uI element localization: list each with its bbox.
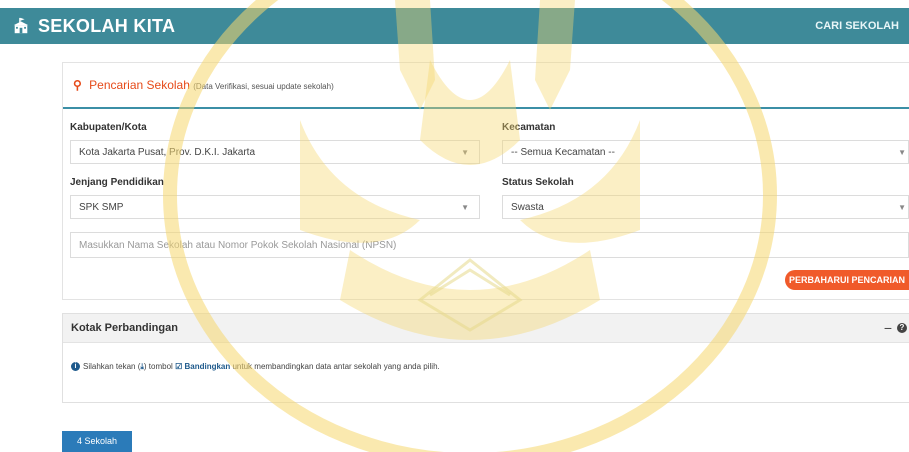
caret-down-icon: ▼ xyxy=(461,203,469,212)
school-building-icon xyxy=(13,17,29,34)
caret-down-icon: ▼ xyxy=(898,148,906,157)
comparison-header: Kotak Perbandingan − ? xyxy=(63,314,909,343)
comparison-box: Kotak Perbandingan − ? i Silahkan tekan (… xyxy=(62,313,909,403)
search-icon: ⚲ xyxy=(73,78,82,92)
info-prefix: Silahkan tekan ( xyxy=(83,362,141,371)
kecamatan-value: -- Semua Kecamatan -- xyxy=(511,147,615,158)
panel-divider xyxy=(63,107,909,109)
search-title-text: Pencarian Sekolah xyxy=(89,78,190,92)
search-panel-title: ⚲ Pencarian Sekolah (Data Verifikasi, se… xyxy=(73,73,334,97)
search-panel: ⚲ Pencarian Sekolah (Data Verifikasi, se… xyxy=(62,62,909,300)
jenjang-value: SPK SMP xyxy=(79,202,124,213)
question-circle-icon[interactable]: ? xyxy=(897,323,907,333)
kabupaten-value: Kota Jakarta Pusat, Prov. D.K.I. Jakarta xyxy=(79,147,256,158)
kecamatan-select[interactable]: -- Semua Kecamatan -- ▼ xyxy=(502,140,909,164)
comparison-info: i Silahkan tekan (⤓) tombol ☑ Bandingkan … xyxy=(71,362,440,372)
info-mid: ) tombol xyxy=(143,362,173,371)
comparison-title: Kotak Perbandingan xyxy=(71,322,178,334)
brand-title: SEKOLAH KITA xyxy=(38,15,176,36)
info-suffix: untuk membandingkan data antar sekolah y… xyxy=(232,362,440,371)
jenjang-select[interactable]: SPK SMP ▼ xyxy=(70,195,480,219)
status-select[interactable]: Swasta ▼ xyxy=(502,195,909,219)
caret-down-icon: ▼ xyxy=(898,203,906,212)
refresh-search-button[interactable]: PERBAHARUI PENCARIAN xyxy=(785,270,909,290)
top-navbar: SEKOLAH KITA CARI SEKOLAH xyxy=(0,8,909,44)
status-value: Swasta xyxy=(511,202,544,213)
kabupaten-label: Kabupaten/Kota xyxy=(70,122,147,133)
caret-down-icon: ▼ xyxy=(461,148,469,157)
school-name-input[interactable] xyxy=(70,232,909,258)
info-circle-icon: i xyxy=(71,362,80,372)
check-square-icon: ☑ xyxy=(175,362,183,371)
kecamatan-label: Kecamatan xyxy=(502,122,556,133)
kabupaten-select[interactable]: Kota Jakarta Pusat, Prov. D.K.I. Jakarta… xyxy=(70,140,480,164)
search-subtitle: (Data Verifikasi, sesuai update sekolah) xyxy=(193,82,334,91)
minus-icon[interactable]: − xyxy=(884,314,892,342)
result-count-badge[interactable]: 4 Sekolah xyxy=(62,431,132,452)
status-label: Status Sekolah xyxy=(502,177,574,188)
nav-cari-sekolah[interactable]: CARI SEKOLAH xyxy=(815,8,899,44)
info-button-text: Bandingkan xyxy=(184,362,231,371)
brand[interactable]: SEKOLAH KITA xyxy=(12,8,175,44)
jenjang-label: Jenjang Pendidikan xyxy=(70,177,164,188)
